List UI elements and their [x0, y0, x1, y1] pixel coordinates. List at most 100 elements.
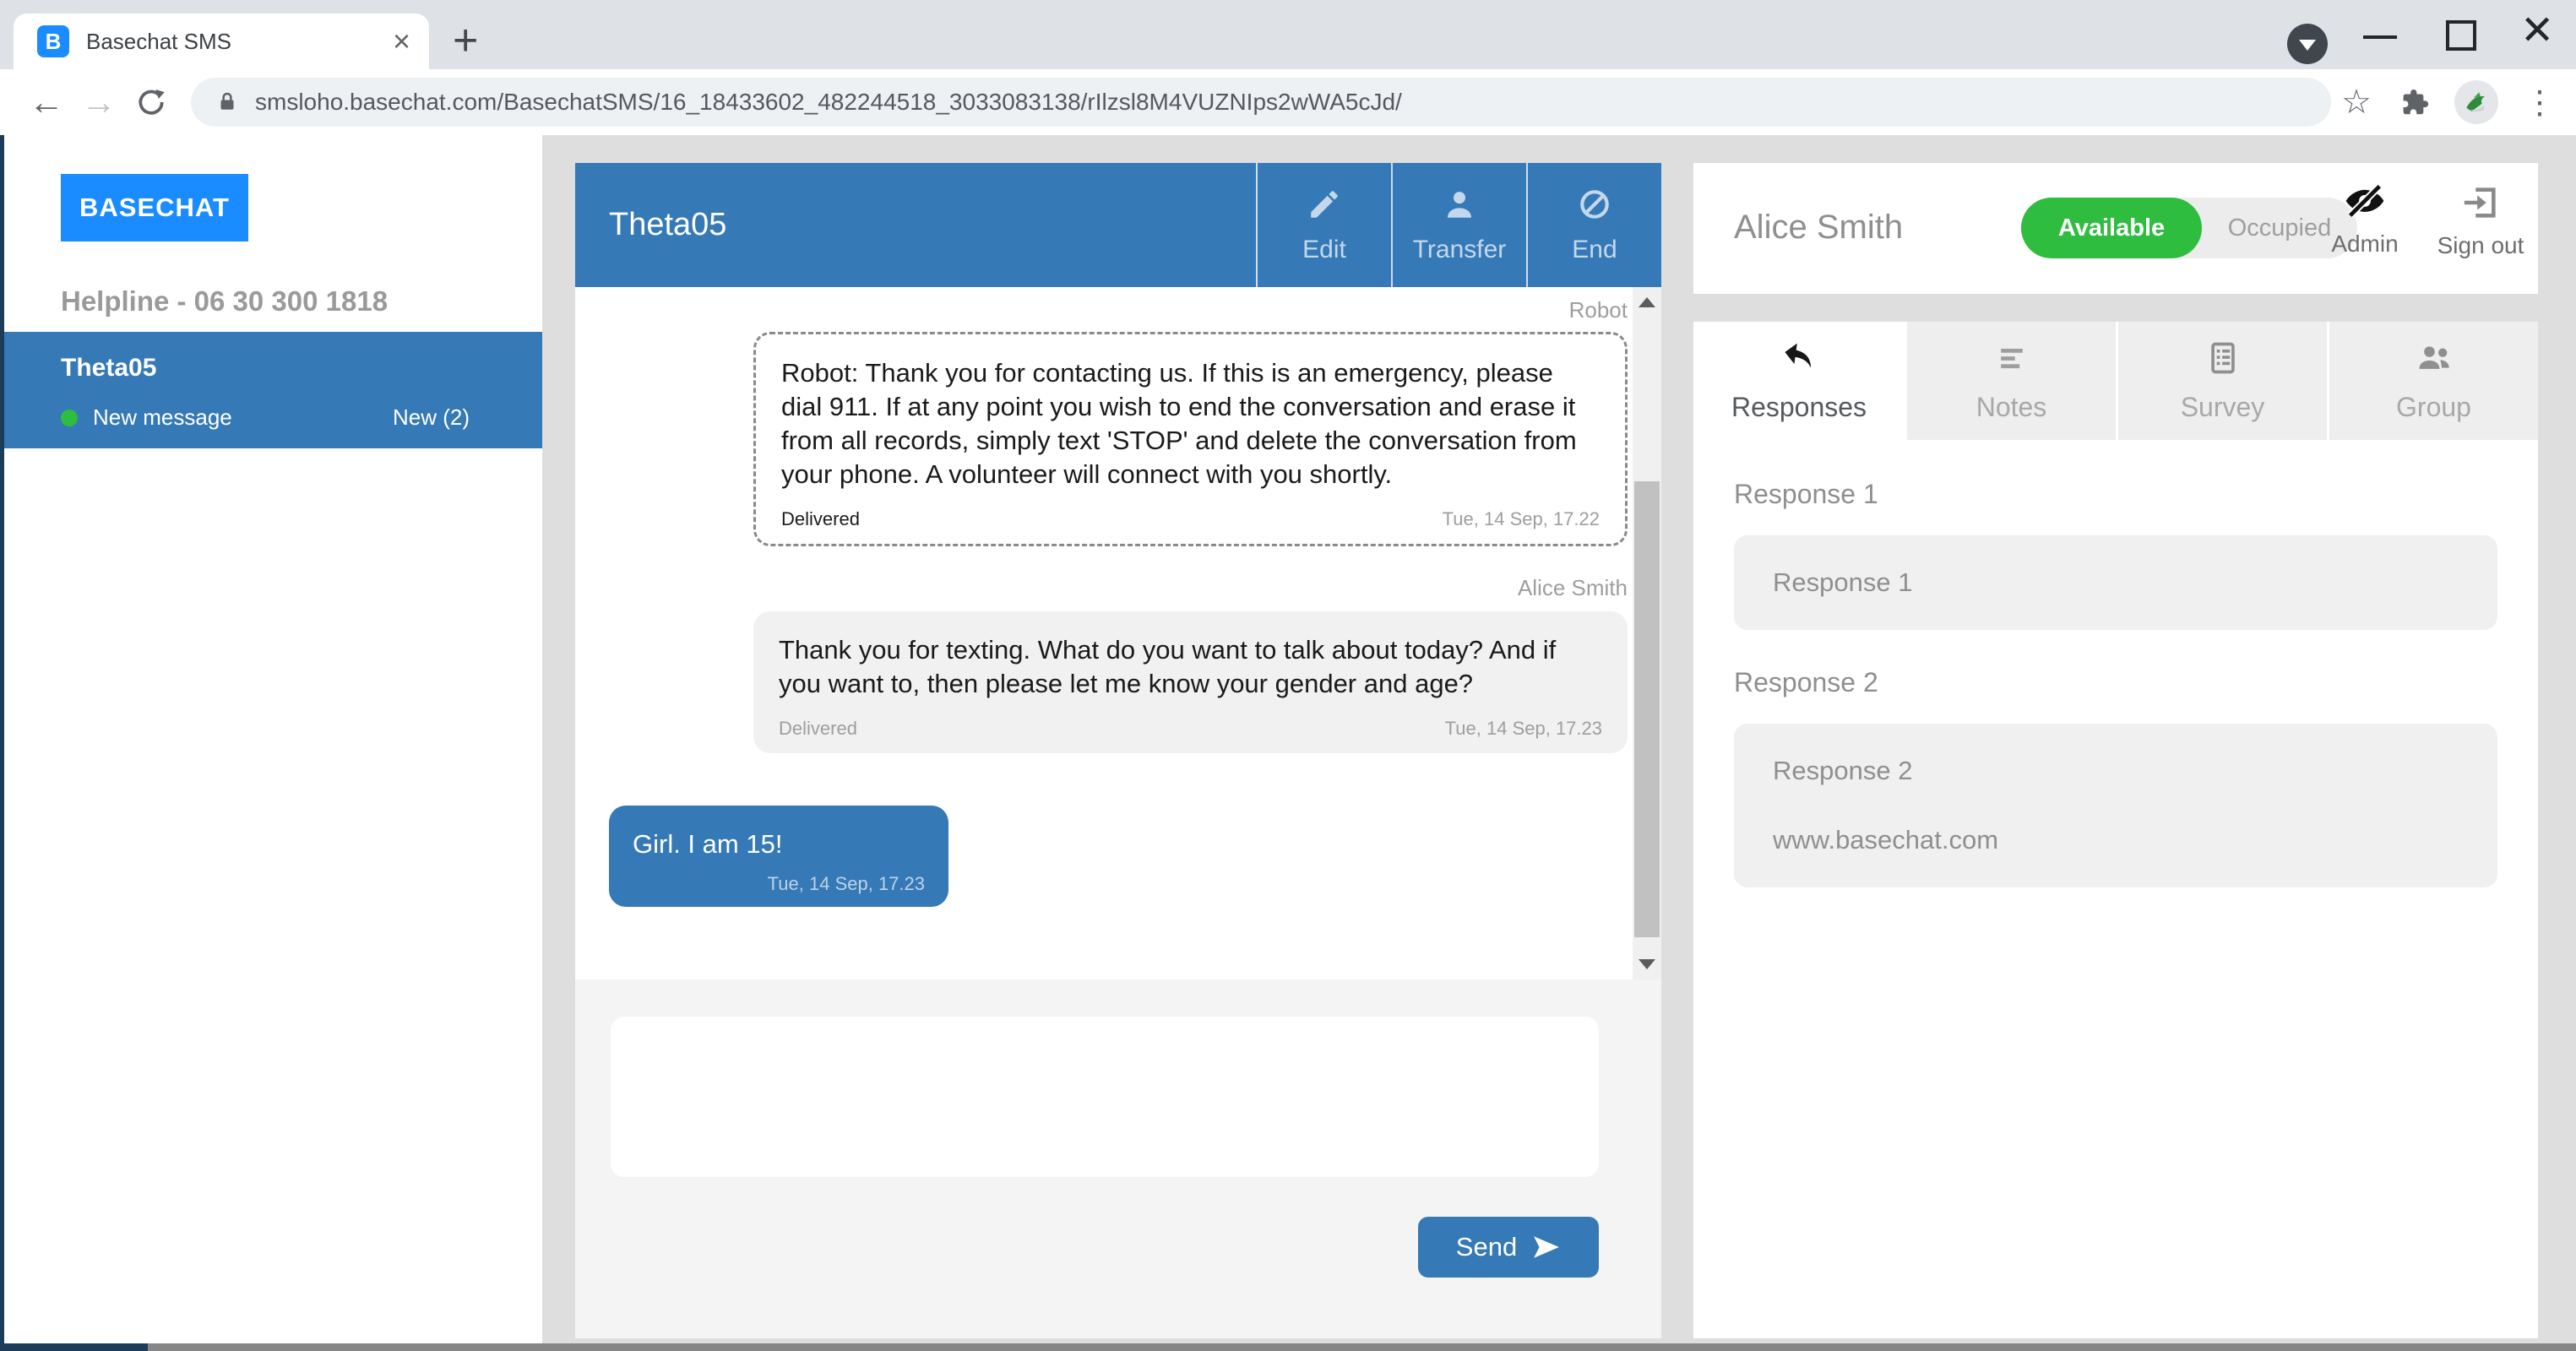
- group-people-icon: [2414, 339, 2454, 377]
- tab-survey[interactable]: Survey: [2116, 322, 2327, 440]
- scroll-down-arrow-icon[interactable]: [1639, 959, 1655, 969]
- send-label: Send: [1456, 1232, 1517, 1262]
- admin-label: Admin: [2331, 231, 2398, 258]
- delivery-status: Delivered: [781, 508, 860, 530]
- reply-arrow-icon: [1778, 337, 1820, 379]
- response-label: Response 1: [1734, 479, 2538, 510]
- message-text: Thank you for texting. What do you want …: [779, 633, 1602, 701]
- browser-menu-icon[interactable]: ⋮: [2524, 84, 2556, 122]
- sign-out-icon: [2461, 183, 2500, 222]
- tab-label: Group: [2396, 392, 2471, 423]
- notes-lines-icon: [1993, 339, 2030, 377]
- url-text[interactable]: smsloho.basechat.com/BasechatSMS/16_1843…: [255, 89, 1402, 116]
- message-time: Tue, 14 Sep, 17.23: [633, 873, 925, 895]
- response-label: Response 2: [1734, 667, 2538, 698]
- address-bar[interactable]: smsloho.basechat.com/BasechatSMS/16_1843…: [191, 78, 2331, 127]
- tab-responses[interactable]: Responses: [1693, 322, 1905, 440]
- caret-down-icon: [2299, 40, 2316, 51]
- lock-icon: [215, 90, 240, 115]
- send-button[interactable]: Send: [1418, 1217, 1599, 1278]
- pencil-icon: [1307, 187, 1342, 222]
- end-circle-icon: [1577, 187, 1612, 222]
- agent-name: Alice Smith: [1734, 209, 1903, 247]
- send-arrow-icon: [1532, 1233, 1561, 1261]
- responses-content: Response 1 Response 1 Response 2 Respons…: [1693, 440, 2538, 1338]
- favicon-icon: B: [37, 25, 69, 57]
- basechat-logo: BASECHAT: [61, 174, 248, 241]
- new-tab-button[interactable]: +: [453, 15, 478, 66]
- tab-notes[interactable]: Notes: [1905, 322, 2116, 440]
- media-controls-button[interactable]: [2287, 24, 2328, 64]
- survey-list-icon: [2204, 339, 2242, 377]
- scrollbar-thumb[interactable]: [1634, 481, 1660, 937]
- helpline-label: Helpline - 06 30 300 1818: [61, 285, 542, 317]
- edit-label: Edit: [1302, 236, 1346, 264]
- browser-toolbar: ← → smsloho.basechat.com/BasechatSMS/16_…: [0, 69, 2576, 135]
- tab-label: Notes: [1976, 392, 2047, 423]
- new-count-badge: New (2): [393, 404, 470, 431]
- reload-icon: [135, 86, 167, 118]
- agent-header-card: Alice Smith Available Occupied Admin: [1693, 163, 2538, 294]
- end-label: End: [1572, 236, 1617, 264]
- chat-scrollbar[interactable]: [1633, 287, 1661, 979]
- reload-button[interactable]: [125, 86, 177, 118]
- response-item[interactable]: Response 1: [1734, 535, 2497, 630]
- message-bubble-robot: Robot: Thank you for contacting us. If t…: [753, 332, 1628, 546]
- chat-title: Theta05: [609, 207, 1256, 243]
- message-input[interactable]: [611, 1017, 1599, 1177]
- bookmark-star-icon[interactable]: ☆: [2341, 83, 2372, 122]
- eye-off-icon: [2343, 183, 2387, 220]
- conversation-name: Theta05: [61, 354, 542, 383]
- edit-button[interactable]: Edit: [1256, 163, 1391, 287]
- back-button[interactable]: ←: [20, 82, 73, 122]
- message-time: Tue, 14 Sep, 17.23: [1445, 718, 1602, 740]
- extensions-puzzle-icon[interactable]: [2397, 86, 2429, 118]
- message-time: Tue, 14 Sep, 17.22: [1443, 508, 1600, 530]
- message-text: Robot: Thank you for contacting us. If t…: [781, 356, 1600, 491]
- agent-panel: Alice Smith Available Occupied Admin: [1693, 163, 2538, 1338]
- sign-out-button[interactable]: Sign out: [2421, 183, 2540, 259]
- chat-panel: Theta05 Edit Transfer End: [575, 163, 1661, 1338]
- sender-label: Robot: [609, 297, 1628, 323]
- conversation-list-item[interactable]: Theta05 New message New (2): [4, 332, 542, 448]
- browser-titlebar: B Basechat SMS × + ✕: [0, 0, 2576, 69]
- message-text: Girl. I am 15!: [633, 827, 925, 861]
- tab-title: Basechat SMS: [86, 29, 393, 55]
- available-option[interactable]: Available: [2021, 198, 2202, 258]
- sidebar: BASECHAT Helpline - 06 30 300 1818 Theta…: [4, 135, 542, 1343]
- sender-label: Alice Smith: [609, 575, 1628, 601]
- transfer-button[interactable]: Transfer: [1391, 163, 1526, 287]
- response-text: Response 2: [1773, 756, 2472, 786]
- admin-button[interactable]: Admin: [2306, 183, 2424, 258]
- conversation-status: New message: [93, 404, 232, 431]
- response-text: Response 1: [1773, 567, 2472, 598]
- transfer-label: Transfer: [1413, 236, 1507, 264]
- avatar-image: [2459, 85, 2493, 119]
- app-page: BASECHAT Helpline - 06 30 300 1818 Theta…: [0, 135, 2576, 1351]
- message-bubble-agent: Thank you for texting. What do you want …: [753, 611, 1628, 753]
- response-item[interactable]: Response 2 www.basechat.com: [1734, 724, 2497, 887]
- forward-button[interactable]: →: [73, 82, 125, 122]
- compose-area: Send: [575, 979, 1661, 1338]
- browser-tab[interactable]: B Basechat SMS ×: [14, 14, 429, 69]
- window-maximize-button[interactable]: [2446, 20, 2476, 51]
- panel-tabs: Responses Notes Survey: [1693, 322, 2538, 440]
- online-dot-icon: [61, 410, 78, 426]
- tab-label: Survey: [2181, 392, 2265, 423]
- chat-header: Theta05 Edit Transfer End: [575, 163, 1661, 287]
- page-horizontal-scrollbar[interactable]: [0, 1343, 2576, 1351]
- person-icon: [1442, 187, 1477, 222]
- message-list: Robot Robot: Thank you for contacting us…: [575, 287, 1661, 979]
- tab-label: Responses: [1731, 392, 1867, 423]
- profile-avatar[interactable]: [2454, 80, 2498, 124]
- sign-out-label: Sign out: [2437, 232, 2524, 259]
- tab-close-icon[interactable]: ×: [393, 26, 410, 57]
- scroll-up-arrow-icon[interactable]: [1639, 297, 1655, 307]
- message-bubble-client: Girl. I am 15! Tue, 14 Sep, 17.23: [609, 806, 948, 907]
- window-minimize-button[interactable]: [2363, 35, 2397, 39]
- window-close-button[interactable]: ✕: [2520, 7, 2554, 54]
- end-button[interactable]: End: [1526, 163, 1661, 287]
- tab-group[interactable]: Group: [2327, 322, 2538, 440]
- response-link: www.basechat.com: [1773, 825, 2472, 855]
- horizontal-scrollbar-thumb[interactable]: [0, 1343, 148, 1351]
